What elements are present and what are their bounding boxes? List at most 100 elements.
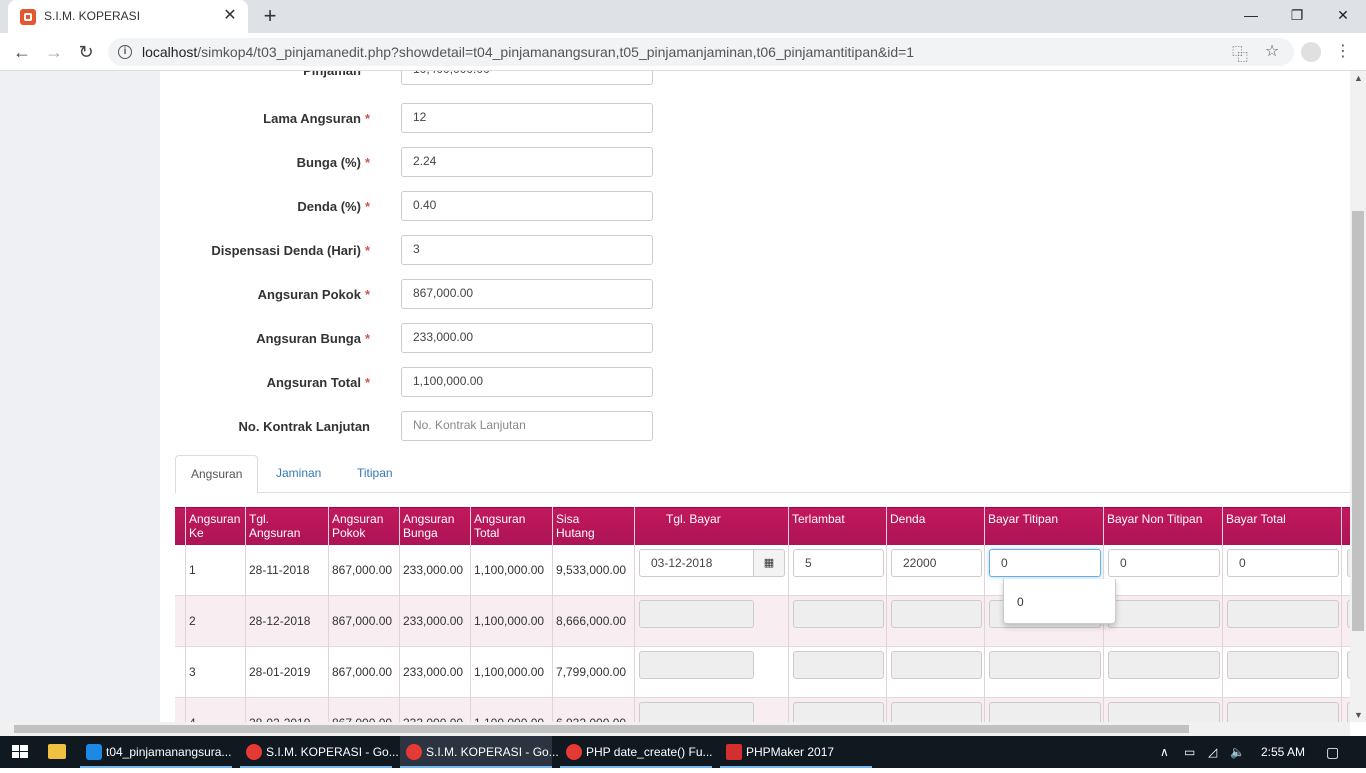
action-center-icon[interactable]: ▢ — [1326, 736, 1339, 768]
grid-header-cell[interactable]: Angsuran Bunga — [403, 512, 461, 540]
grid-header-cell[interactable]: Angsuran Ke — [189, 512, 247, 540]
calendar-icon[interactable]: ▦ — [753, 549, 785, 577]
table-row: 428-02-2019867,000.00233,000.001,100,000… — [175, 698, 1350, 722]
tgl-bayar-input[interactable] — [639, 600, 754, 628]
bayar-total-input[interactable] — [1227, 702, 1339, 722]
taskbar-item-chrome-3[interactable]: PHP date_create() Fu... — [560, 736, 713, 768]
grid-header-cell[interactable]: Tgl. Angsuran — [249, 512, 307, 540]
required-asterisk: * — [364, 199, 370, 214]
required-asterisk: * — [364, 155, 370, 170]
battery-icon[interactable]: ▭ — [1184, 736, 1195, 768]
table-cell-bunga: 233,000.00 — [403, 614, 464, 628]
vertical-scrollbar[interactable]: ▲ ▼ — [1350, 71, 1366, 722]
bayar-total-input[interactable]: 0 — [1227, 549, 1339, 577]
taskbar-item-vscode[interactable]: t04_pinjamanangsura... — [80, 736, 232, 768]
bayar-titipan-input[interactable] — [989, 651, 1101, 679]
taskbar-item-chrome-2[interactable]: S.I.M. KOPERASI - Go... — [400, 736, 559, 768]
autocomplete-option[interactable]: 0 — [1017, 595, 1024, 609]
site-info-icon[interactable]: i — [118, 45, 132, 59]
tab-angsuran[interactable]: Angsuran — [175, 455, 259, 494]
denda-input[interactable]: 22000 — [891, 549, 982, 577]
grid-header-cell[interactable]: Bayar Non Titipan — [1107, 512, 1217, 526]
clock[interactable]: 2:55 AM — [1261, 736, 1305, 768]
restore-window-icon[interactable]: ❐ — [1274, 0, 1320, 30]
bayar-non-titipan-input[interactable] — [1108, 702, 1220, 722]
terlambat-input[interactable] — [793, 651, 884, 679]
bayar-total-input[interactable] — [1227, 600, 1339, 628]
network-icon[interactable]: ◿ — [1208, 736, 1217, 768]
denda-input[interactable] — [891, 651, 982, 679]
tgl-bayar-input[interactable] — [639, 702, 754, 722]
menu-kebab-icon[interactable]: ⋮ — [1332, 41, 1354, 63]
grid-header-cell[interactable]: Bayar Titipan — [988, 512, 1098, 526]
forward-arrow-icon[interactable]: → — [41, 40, 67, 64]
required-asterisk: * — [364, 111, 370, 126]
grid-header-cell[interactable]: Angsuran Total — [474, 512, 532, 540]
horizontal-scroll-thumb[interactable] — [14, 725, 1189, 733]
windows-start-icon[interactable] — [0, 736, 40, 768]
vscode-icon — [86, 744, 102, 760]
tgl-bayar-input[interactable]: 03-12-2018 — [639, 549, 755, 577]
dispensasi-denda-input[interactable]: 3 — [401, 235, 653, 265]
show-hidden-icons-icon[interactable]: ∧ — [1160, 736, 1169, 768]
form-row-bunga: Bunga (%) * 2.24 — [160, 147, 660, 177]
profile-avatar-icon[interactable] — [1301, 42, 1321, 62]
grid-header-cell[interactable]: Bayar Total — [1226, 512, 1336, 526]
taskbar-item-phpmaker[interactable]: PHPMaker 2017 — [720, 736, 872, 768]
table-cell-pokok: 867,000.00 — [332, 614, 393, 628]
scroll-down-arrow-icon[interactable]: ▼ — [1354, 710, 1363, 720]
bayar-non-titipan-input[interactable] — [1108, 651, 1220, 679]
table-cell-total: 1,100,000.00 — [474, 665, 545, 679]
tab-titipan[interactable]: Titipan — [342, 455, 408, 493]
bunga-input[interactable]: 2.24 — [401, 147, 653, 177]
angsuran-total-input[interactable]: 1,100,000.00 — [401, 367, 653, 397]
field-label: Bunga (%) * — [296, 155, 370, 170]
column-divider — [886, 507, 887, 722]
grid-header-cell[interactable]: Angsuran Pokok — [332, 512, 390, 540]
translate-icon[interactable]: ⿻ — [1229, 41, 1251, 64]
denda-input[interactable] — [891, 600, 982, 628]
grid-header-cell[interactable]: Sisa Hutang — [556, 512, 614, 540]
table-cell-sisa: 8,666,000.00 — [556, 614, 627, 628]
tgl-bayar-input[interactable] — [639, 651, 754, 679]
field-label: Pinjaman* — [303, 71, 370, 78]
table-cell-pokok: 867,000.00 — [332, 563, 393, 577]
terlambat-input[interactable] — [793, 600, 884, 628]
grid-header-cell[interactable]: Tgl. Bayar — [666, 512, 776, 526]
lama-angsuran-input[interactable]: 12 — [401, 103, 653, 133]
denda-input[interactable]: 0.40 — [401, 191, 653, 221]
close-window-icon[interactable]: ✕ — [1320, 0, 1366, 30]
terlambat-input[interactable]: 5 — [793, 549, 884, 577]
taskbar-item-chrome-1[interactable]: S.I.M. KOPERASI - Go... — [240, 736, 399, 768]
no-kontrak-lanjutan-input[interactable]: No. Kontrak Lanjutan — [401, 411, 653, 441]
minimize-window-icon[interactable]: — — [1228, 0, 1274, 30]
horizontal-scrollbar[interactable] — [0, 722, 1350, 736]
volume-icon[interactable]: 🔈 — [1230, 736, 1245, 768]
bayar-non-titipan-input[interactable]: 0 — [1108, 549, 1220, 577]
denda-input[interactable] — [891, 702, 982, 722]
new-tab-plus-icon[interactable]: + — [258, 5, 282, 29]
field-label: Lama Angsuran * — [263, 111, 370, 126]
tab-jaminan[interactable]: Jaminan — [261, 455, 336, 493]
address-bar[interactable]: i localhost/simkop4/t03_pinjamanedit.php… — [108, 38, 1294, 66]
field-label: Angsuran Bunga * — [256, 331, 370, 346]
close-tab-icon[interactable]: ✕ — [220, 6, 240, 26]
form-row-angsuran-pokok: Angsuran Pokok * 867,000.00 — [160, 279, 660, 309]
reload-icon[interactable]: ↻ — [73, 40, 99, 64]
bayar-total-input[interactable] — [1227, 651, 1339, 679]
grid-header: Angsuran Ke Tgl. Angsuran Angsuran Pokok An… — [175, 507, 1350, 545]
browser-tab[interactable]: S.I.M. KOPERASI ✕ — [8, 0, 248, 33]
scroll-up-arrow-icon[interactable]: ▲ — [1354, 73, 1363, 83]
bayar-non-titipan-input[interactable] — [1108, 600, 1220, 628]
back-arrow-icon[interactable]: ← — [9, 40, 35, 64]
bookmark-star-icon[interactable]: ☆ — [1261, 41, 1283, 63]
bayar-titipan-input[interactable] — [989, 702, 1101, 722]
pinjaman-input[interactable]: 10,400,000.00 — [401, 71, 653, 85]
angsuran-bunga-input[interactable]: 233,000.00 — [401, 323, 653, 353]
column-divider — [399, 507, 400, 722]
file-explorer-icon[interactable] — [48, 744, 66, 759]
bayar-titipan-input[interactable]: 0 — [989, 549, 1101, 577]
angsuran-pokok-input[interactable]: 867,000.00 — [401, 279, 653, 309]
terlambat-input[interactable] — [793, 702, 884, 722]
vertical-scroll-thumb[interactable] — [1352, 211, 1364, 631]
